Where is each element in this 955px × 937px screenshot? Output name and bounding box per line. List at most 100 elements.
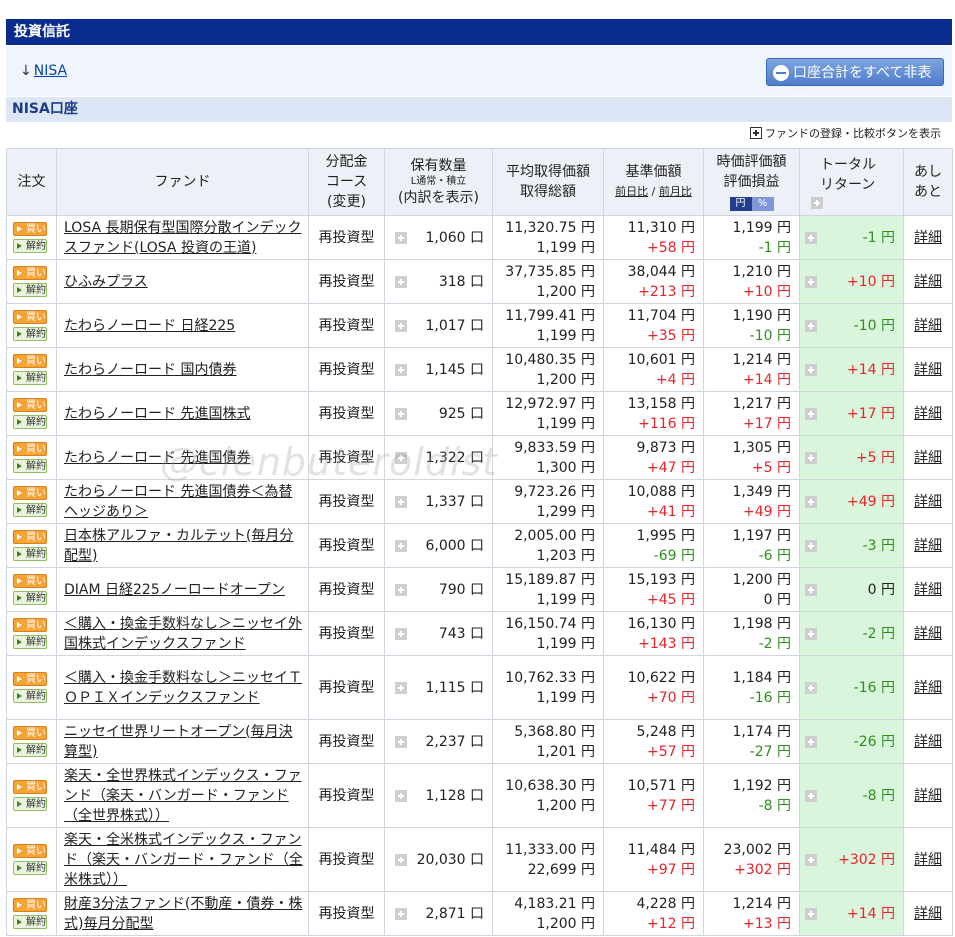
expand-plus-icon[interactable]: [805, 275, 817, 288]
detail-link[interactable]: 詳細: [914, 538, 942, 554]
expand-plus-icon[interactable]: [805, 627, 817, 640]
buy-button[interactable]: 買い: [13, 266, 47, 280]
buy-button[interactable]: 買い: [13, 530, 47, 544]
expand-plus-icon[interactable]: [805, 407, 817, 420]
expand-plus-icon[interactable]: [395, 735, 407, 748]
detail-link[interactable]: 詳細: [914, 362, 942, 378]
detail-link[interactable]: 詳細: [914, 494, 942, 510]
fund-name-link[interactable]: DIAM 日経225ノーロードオープン: [64, 582, 285, 598]
fund-name-link[interactable]: ニッセイ世界リートオープン(毎月決算型): [64, 724, 293, 760]
sort-prev-day[interactable]: 前日比: [615, 185, 648, 198]
expand-plus-icon[interactable]: [395, 853, 407, 866]
expand-plus-icon[interactable]: [805, 853, 817, 866]
sell-button[interactable]: 解約: [13, 503, 47, 517]
buy-button[interactable]: 買い: [13, 222, 47, 236]
fund-name-link[interactable]: 財産3分法ファンド(不動産・債券・株式)毎月分配型: [64, 896, 302, 932]
expand-plus-icon[interactable]: [395, 907, 407, 920]
sell-button[interactable]: 解約: [13, 459, 47, 473]
fund-name-link[interactable]: ＜購入・換金手数料なし＞ニッセイＴＯＰＩＸインデックスファンド: [64, 670, 302, 706]
fund-name-link[interactable]: たわらノーロード 日経225: [64, 318, 235, 334]
sell-button[interactable]: 解約: [13, 371, 47, 385]
nisa-link-text[interactable]: NISA: [34, 63, 67, 79]
fund-name-link[interactable]: たわらノーロード 先進国債券: [64, 450, 250, 466]
expand-plus-icon[interactable]: [805, 681, 817, 694]
expand-plus-icon[interactable]: [395, 231, 407, 244]
detail-link[interactable]: 詳細: [914, 788, 942, 804]
buy-button[interactable]: 買い: [13, 844, 47, 858]
expand-plus-icon[interactable]: [805, 495, 817, 508]
detail-link[interactable]: 詳細: [914, 582, 942, 598]
sell-button[interactable]: 解約: [13, 283, 47, 297]
buy-button[interactable]: 買い: [13, 780, 47, 794]
detail-link[interactable]: 詳細: [914, 680, 942, 696]
expand-plus-icon[interactable]: [395, 789, 407, 802]
nisa-anchor-link[interactable]: ↓ NISA: [20, 63, 67, 79]
hide-all-totals-button[interactable]: 口座合計をすべて非表示: [766, 58, 944, 109]
expand-plus-icon[interactable]: [805, 231, 817, 244]
buy-button[interactable]: 買い: [13, 442, 47, 456]
detail-link[interactable]: 詳細: [914, 626, 942, 642]
expand-plus-icon[interactable]: [805, 583, 817, 596]
buy-button[interactable]: 買い: [13, 354, 47, 368]
expand-plus-icon[interactable]: [395, 495, 407, 508]
detail-link[interactable]: 詳細: [914, 230, 942, 246]
fund-name-link[interactable]: たわらノーロード 先進国債券＜為替ヘッジあり＞: [64, 484, 292, 520]
fund-name-link[interactable]: LOSA 長期保有型国際分散インデックスファンド(LOSA 投資の王道): [64, 220, 302, 256]
toggle-percent[interactable]: %: [751, 197, 774, 211]
expand-plus-icon[interactable]: [805, 451, 817, 464]
buy-button[interactable]: 買い: [13, 398, 47, 412]
sort-prev-month[interactable]: 前月比: [659, 185, 692, 198]
fund-name-link[interactable]: ひふみプラス: [64, 274, 148, 290]
fund-name-link[interactable]: 日本株アルファ・カルテット(毎月分配型): [64, 528, 293, 564]
detail-link[interactable]: 詳細: [914, 852, 942, 868]
expand-plus-icon[interactable]: [395, 407, 407, 420]
expand-plus-icon[interactable]: [805, 789, 817, 802]
yen-percent-toggle[interactable]: 円%: [729, 197, 774, 211]
buy-button[interactable]: 買い: [13, 310, 47, 324]
col-course-l3[interactable]: (変更): [309, 192, 384, 212]
fund-name-link[interactable]: たわらノーロード 先進国株式: [64, 406, 250, 422]
expand-plus-icon[interactable]: [805, 319, 817, 332]
detail-link[interactable]: 詳細: [914, 406, 942, 422]
fund-name-link[interactable]: 楽天・全米株式インデックス・ファンド（楽天・バンガード・ファンド（全米株式））: [64, 832, 303, 888]
toggle-yen[interactable]: 円: [729, 197, 752, 211]
expand-plus-icon[interactable]: [395, 275, 407, 288]
expand-plus-icon[interactable]: [395, 681, 407, 694]
expand-plus-icon[interactable]: [395, 363, 407, 376]
col-qty[interactable]: 保有数量 L通常・積立 (内訳を表示): [384, 148, 493, 216]
sell-button[interactable]: 解約: [13, 797, 47, 811]
fund-name-link[interactable]: たわらノーロード 国内債券: [64, 362, 236, 378]
detail-link[interactable]: 詳細: [914, 906, 942, 922]
sell-button[interactable]: 解約: [13, 689, 47, 703]
detail-link[interactable]: 詳細: [914, 274, 942, 290]
expand-plus-icon[interactable]: [395, 627, 407, 640]
fund-name-link[interactable]: ＜購入・換金手数料なし＞ニッセイ外国株式インデックスファンド: [64, 616, 302, 652]
expand-plus-icon[interactable]: [811, 197, 823, 209]
show-compare-buttons-toggle[interactable]: ファンドの登録・比較ボタンを表示: [750, 126, 941, 142]
buy-button[interactable]: 買い: [13, 672, 47, 686]
fund-name-link[interactable]: 楽天・全世界株式インデックス・ファンド（楽天・バンガード・ファンド（全世界株式）…: [64, 768, 302, 824]
col-qty-l3[interactable]: (内訳を表示): [385, 188, 492, 208]
sell-button[interactable]: 解約: [13, 547, 47, 561]
detail-link[interactable]: 詳細: [914, 734, 942, 750]
expand-plus-icon[interactable]: [395, 583, 407, 596]
expand-plus-icon[interactable]: [395, 539, 407, 552]
buy-button[interactable]: 買い: [13, 898, 47, 912]
buy-button[interactable]: 買い: [13, 486, 47, 500]
expand-plus-icon[interactable]: [805, 907, 817, 920]
sell-button[interactable]: 解約: [13, 743, 47, 757]
expand-plus-icon[interactable]: [805, 735, 817, 748]
col-course[interactable]: 分配金 コース (変更): [308, 148, 385, 216]
expand-plus-icon[interactable]: [395, 451, 407, 464]
buy-button[interactable]: 買い: [13, 726, 47, 740]
sell-button[interactable]: 解約: [13, 591, 47, 605]
sell-button[interactable]: 解約: [13, 327, 47, 341]
sell-button[interactable]: 解約: [13, 915, 47, 929]
detail-link[interactable]: 詳細: [914, 450, 942, 466]
sell-button[interactable]: 解約: [13, 861, 47, 875]
expand-plus-icon[interactable]: [805, 363, 817, 376]
buy-button[interactable]: 買い: [13, 574, 47, 588]
detail-link[interactable]: 詳細: [914, 318, 942, 334]
expand-plus-icon[interactable]: [805, 539, 817, 552]
expand-plus-icon[interactable]: [395, 319, 407, 332]
